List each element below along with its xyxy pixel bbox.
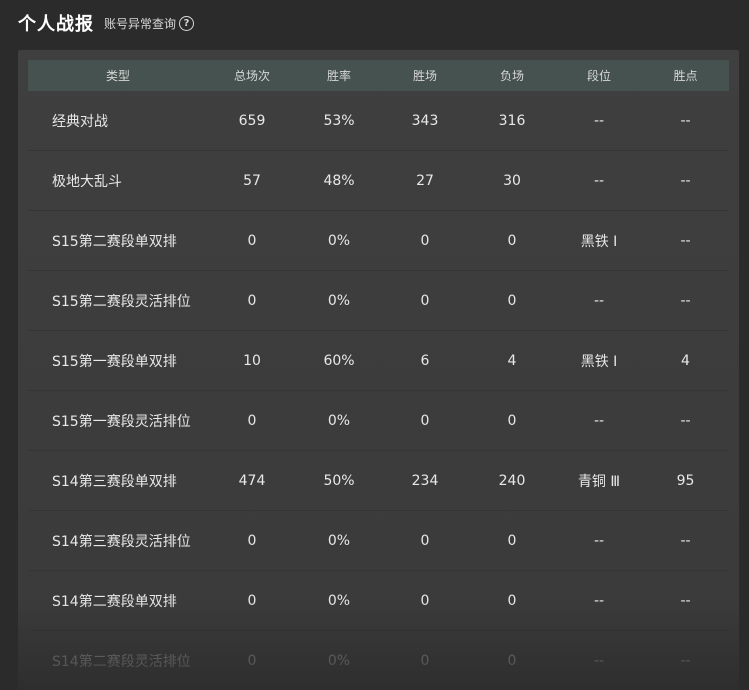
cell-losses: 0 <box>507 232 517 249</box>
cell-losses: 316 <box>498 112 526 129</box>
cell-lp: 95 <box>676 472 695 489</box>
cell-total: 57 <box>243 172 261 189</box>
cell-winrate: 53% <box>323 112 355 129</box>
cell-wins: 234 <box>411 472 439 489</box>
column-header-winrate: 胜率 <box>326 69 351 83</box>
cell-rank: -- <box>593 412 605 429</box>
cell-lp: -- <box>680 532 691 549</box>
cell-winrate: 50% <box>323 472 355 489</box>
cell-wins: 0 <box>420 412 430 429</box>
cell-losses: 30 <box>503 172 521 189</box>
cell-losses: 0 <box>507 292 517 309</box>
cell-type: S14第二赛段灵活排位 <box>52 654 191 670</box>
cell-type: S15第二赛段单双排 <box>52 233 177 250</box>
cell-lp: -- <box>680 412 691 429</box>
cell-total: 0 <box>247 232 257 249</box>
cell-lp: -- <box>680 592 691 609</box>
cell-winrate: 48% <box>323 172 355 189</box>
table-header: 类型 总场次 胜率 胜场 负场 段位 胜点 <box>28 60 729 91</box>
cell-lp: -- <box>680 172 691 189</box>
cell-lp: -- <box>680 292 691 309</box>
cell-wins: 0 <box>420 532 430 549</box>
cell-losses: 0 <box>507 592 517 609</box>
cell-wins: 0 <box>420 232 430 249</box>
cell-rank: 黑铁 Ⅰ <box>580 353 618 370</box>
cell-rank: -- <box>593 592 605 609</box>
table-row: 极地大乱斗 57 48% 27 30 -- -- <box>28 151 729 211</box>
cell-total: 0 <box>247 412 257 429</box>
cell-rank: -- <box>593 172 605 189</box>
table-row: S15第二赛段单双排 0 0% 0 0 黑铁 Ⅰ -- <box>28 211 729 271</box>
cell-wins: 343 <box>411 112 439 129</box>
cell-winrate: 0% <box>327 232 351 249</box>
cell-winrate: 0% <box>327 412 351 429</box>
cell-losses: 0 <box>507 532 517 549</box>
table-body: 经典对战 659 53% 343 316 -- -- 极地大乱斗 57 48% 27 30 -- -- S1… <box>28 91 729 690</box>
table-row: S14第二赛段灵活排位 0 0% 0 0 -- -- <box>28 631 729 690</box>
cell-total: 0 <box>247 592 257 609</box>
page-header: 个人战报 账号异常查询 ? <box>18 10 195 36</box>
cell-total: 0 <box>247 292 257 309</box>
cell-type: S15第二赛段灵活排位 <box>52 293 191 310</box>
cell-type: S15第一赛段单双排 <box>52 353 177 370</box>
column-header-wins: 胜场 <box>412 69 437 83</box>
cell-winrate: 0% <box>327 292 351 309</box>
cell-losses: 0 <box>507 653 517 669</box>
stats-panel: 类型 总场次 胜率 胜场 负场 段位 胜点 经典对战 659 53% 343 316 --… <box>18 50 739 690</box>
cell-rank: -- <box>593 653 605 669</box>
cell-type: S15第一赛段灵活排位 <box>52 413 191 430</box>
cell-winrate: 60% <box>323 352 355 369</box>
table-row: S15第一赛段灵活排位 0 0% 0 0 -- -- <box>28 391 729 451</box>
table-row: S14第二赛段单双排 0 0% 0 0 -- -- <box>28 571 729 631</box>
stats-table: 类型 总场次 胜率 胜场 负场 段位 胜点 经典对战 659 53% 343 316 --… <box>28 60 729 690</box>
cell-lp: 4 <box>681 352 690 369</box>
cell-type: S14第二赛段单双排 <box>52 593 177 610</box>
cell-rank: 青铜 Ⅲ <box>577 473 621 490</box>
cell-type: S14第三赛段单双排 <box>52 473 177 490</box>
cell-lp: -- <box>680 653 691 669</box>
cell-type: 经典对战 <box>52 113 108 130</box>
cell-type: 极地大乱斗 <box>52 173 122 190</box>
cell-wins: 0 <box>420 653 430 669</box>
cell-wins: 27 <box>416 172 434 189</box>
account-abnormal-query-link[interactable]: 账号异常查询 ? <box>104 15 195 32</box>
cell-type: S14第三赛段灵活排位 <box>52 533 191 550</box>
table-row: S15第二赛段灵活排位 0 0% 0 0 -- -- <box>28 271 729 331</box>
cell-losses: 0 <box>507 412 517 429</box>
cell-wins: 0 <box>420 292 430 309</box>
cell-rank: -- <box>593 112 605 129</box>
cell-total: 474 <box>238 472 266 489</box>
cell-winrate: 0% <box>327 532 351 549</box>
cell-winrate: 0% <box>327 653 351 669</box>
account-abnormal-query-label[interactable]: 账号异常查询 <box>104 15 176 32</box>
table-row: S14第三赛段单双排 474 50% 234 240 青铜 Ⅲ 95 <box>28 451 729 511</box>
table-row: S14第三赛段灵活排位 0 0% 0 0 -- -- <box>28 511 729 571</box>
cell-winrate: 0% <box>327 592 351 609</box>
cell-wins: 6 <box>420 352 430 369</box>
column-header-rank: 段位 <box>586 69 611 83</box>
column-header-total: 总场次 <box>233 69 270 83</box>
help-icon[interactable]: ? <box>179 15 195 31</box>
column-header-type: 类型 <box>105 69 130 83</box>
column-header-lp: 胜点 <box>673 69 698 83</box>
table-row: 经典对战 659 53% 343 316 -- -- <box>28 91 729 151</box>
table-row: S15第一赛段单双排 10 60% 6 4 黑铁 Ⅰ 4 <box>28 331 729 391</box>
cell-losses: 4 <box>507 352 517 369</box>
cell-wins: 0 <box>420 592 430 609</box>
cell-rank: -- <box>593 292 605 309</box>
cell-rank: -- <box>593 532 605 549</box>
cell-total: 0 <box>247 532 257 549</box>
cell-total: 10 <box>243 352 261 369</box>
cell-lp: -- <box>680 232 691 249</box>
cell-lp: -- <box>680 112 691 129</box>
column-header-losses: 负场 <box>499 69 524 83</box>
cell-losses: 240 <box>498 472 526 489</box>
cell-total: 659 <box>238 112 266 129</box>
page-title: 个人战报 <box>18 14 94 35</box>
cell-total: 0 <box>247 653 257 669</box>
cell-rank: 黑铁 Ⅰ <box>580 233 618 250</box>
